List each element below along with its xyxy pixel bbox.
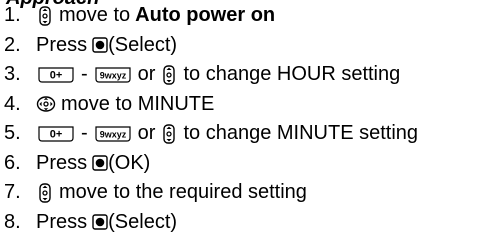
key-label: 0+	[50, 69, 63, 81]
step-number: 4.	[4, 92, 21, 115]
key-9-icon: 9wxyz	[95, 126, 131, 142]
step-suffix: (OK)	[108, 151, 151, 174]
range-separator: -	[81, 122, 88, 144]
select-key-icon	[92, 37, 108, 53]
step-text: move to	[59, 4, 131, 26]
nav-up-down-icon	[163, 124, 176, 144]
list-item: 1. move to Auto power on	[0, 1, 499, 31]
key-label: 9wxyz	[99, 70, 126, 80]
step-or: or	[137, 63, 156, 85]
step-text: Press	[36, 210, 88, 233]
list-item: 4. move to MINUTE	[0, 90, 499, 120]
step-text: Press	[36, 151, 88, 174]
key-0-icon: 0+	[38, 126, 74, 142]
step-text: Press	[36, 33, 88, 56]
step-suffix: (Select)	[108, 33, 178, 56]
list-item: 6. Press (OK)	[0, 149, 499, 179]
step-text: to change MINUTE setting	[183, 122, 419, 144]
step-number: 2.	[4, 33, 21, 56]
select-key-icon	[92, 214, 108, 230]
instruction-list: 1. move to Auto power on 2. Press (Selec…	[0, 1, 499, 237]
step-text: to change HOUR setting	[183, 63, 401, 85]
step-number: 1.	[4, 4, 21, 26]
list-item: 3. 0+ - 9wxyz or to change HOUR setting	[0, 60, 499, 90]
step-or: or	[137, 122, 156, 144]
step-number: 8.	[4, 210, 21, 233]
nav-up-down-icon	[163, 65, 176, 85]
step-text: move to the required setting	[59, 181, 307, 203]
nav-up-down-icon	[39, 183, 51, 203]
list-item: 7. move to the required setting	[0, 178, 499, 208]
list-item: 2. Press (Select)	[0, 31, 499, 61]
step-number: 3.	[4, 63, 21, 85]
step-number: 6.	[4, 151, 21, 174]
step-suffix: (Select)	[108, 210, 178, 233]
key-label: 9wxyz	[99, 129, 126, 139]
setting-name: Auto power on	[135, 4, 276, 26]
key-label: 0+	[50, 128, 63, 140]
key-0-icon: 0+	[38, 67, 74, 83]
key-9-icon: 9wxyz	[95, 67, 131, 83]
range-separator: -	[81, 63, 88, 85]
list-item: 8. Press (Select)	[0, 208, 499, 238]
nav-four-way-icon	[36, 96, 56, 112]
step-number: 5.	[4, 122, 21, 144]
step-text: move to MINUTE	[61, 92, 215, 115]
list-item: 5. 0+ - 9wxyz or to change MINUTE settin…	[0, 119, 499, 149]
select-key-icon	[92, 155, 108, 171]
step-number: 7.	[4, 181, 21, 203]
nav-up-down-icon	[39, 6, 51, 26]
